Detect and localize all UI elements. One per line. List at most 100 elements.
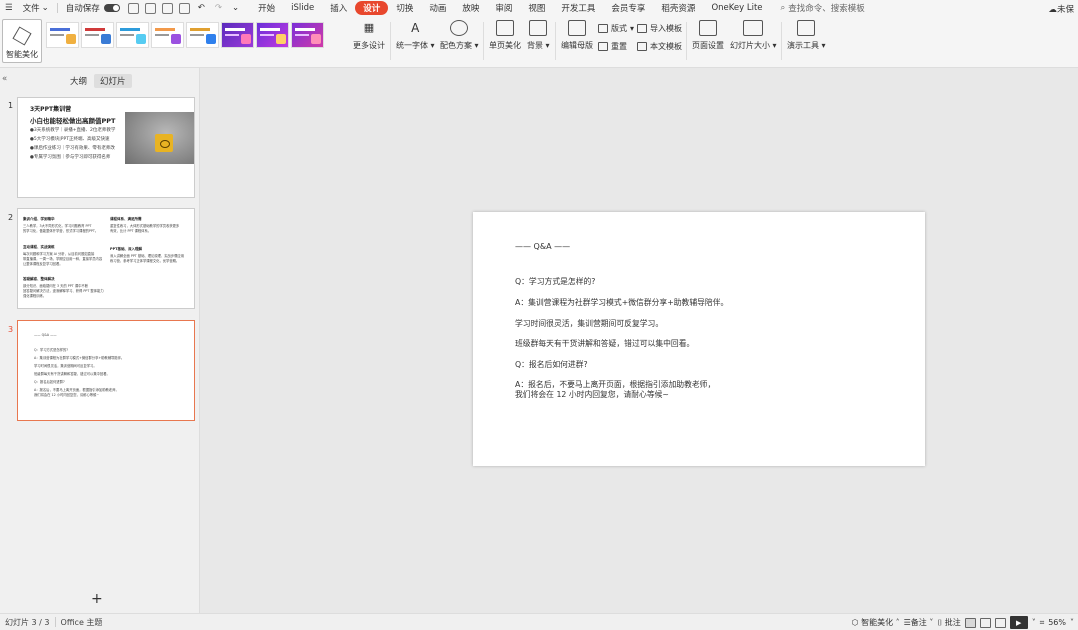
import-template-button[interactable]: 导入模板: [637, 23, 682, 34]
template-thumb[interactable]: [151, 22, 184, 48]
thumb-bullet: ●5大学习模块|PPT正终端、高级又快速: [30, 137, 110, 142]
design-template-gallery: [46, 22, 324, 48]
tab-11[interactable]: 稻壳资源: [653, 2, 703, 14]
search-box[interactable]: ⌕ 查找命令、搜索模板: [781, 2, 865, 14]
comments-button[interactable]: ⌷ 批注: [937, 617, 960, 628]
tab-3[interactable]: 设计: [355, 1, 389, 15]
edit-master-button[interactable]: 编辑母版: [561, 20, 593, 51]
menu-icon[interactable]: ☰: [0, 3, 18, 13]
thumb-text: 班级群每天有干货讲解和答疑，错过可以集中回看。: [34, 372, 110, 376]
divider: [483, 22, 484, 60]
tab-10[interactable]: 会员专享: [603, 2, 653, 14]
preview-icon[interactable]: [178, 2, 190, 14]
template-thumb[interactable]: [291, 22, 324, 48]
color-scheme-button[interactable]: 配色方案 ▾: [440, 20, 479, 51]
tab-slides[interactable]: 幻灯片: [94, 74, 132, 88]
thumb-text: 让整体课程反复学习回看。: [23, 262, 63, 266]
tab-6[interactable]: 放映: [454, 2, 487, 14]
smart-beautify-status-button[interactable]: ⬡ 智能美化 ˄: [852, 617, 900, 628]
template-thumb[interactable]: [116, 22, 149, 48]
redo-icon[interactable]: ↷: [210, 3, 227, 13]
comments-label: 批注: [944, 618, 961, 627]
undo-icon[interactable]: ↶: [193, 3, 210, 13]
color-scheme-label: 配色方案 ▾: [440, 41, 479, 50]
page-setup-button[interactable]: 页面设置: [692, 20, 724, 51]
tab-0[interactable]: 开始: [250, 2, 283, 14]
smart-beautify-button[interactable]: 智能美化: [2, 19, 42, 63]
autosave-label: 自动保存: [65, 4, 100, 14]
layout-button[interactable]: 版式 ▾: [598, 23, 634, 34]
tab-9[interactable]: 开发工具: [553, 2, 603, 14]
add-slide-button[interactable]: +: [91, 591, 103, 607]
template-thumb[interactable]: [221, 22, 254, 48]
tab-2[interactable]: 插入: [322, 2, 355, 14]
slide-text-line[interactable]: Q：学习方式是怎样的?: [515, 277, 595, 287]
reading-view-icon[interactable]: [994, 617, 1006, 628]
thumb-text: A：报名后，不要马上离开页面，根据指引添加助教老师，: [34, 388, 119, 392]
more-design-button[interactable]: ▦ 更多设计: [353, 20, 385, 51]
template-thumb[interactable]: [186, 22, 219, 48]
slide-size-button[interactable]: 幻灯片大小 ▾: [730, 20, 777, 51]
slide-text-line[interactable]: 班级群每天有干货讲解和答疑，错过可以集中回看。: [515, 339, 694, 349]
tab-1[interactable]: iSlide: [283, 3, 322, 13]
save-icon[interactable]: [127, 2, 139, 14]
sorter-view-icon[interactable]: [979, 617, 991, 628]
current-slide[interactable]: —— Q&A —— Q：学习方式是怎样的? A：集训营课程为社群学习模式+微信群…: [473, 212, 925, 466]
slide-text-line[interactable]: Q：报名后如何进群?: [515, 360, 588, 370]
theme-name[interactable]: Office 主题: [56, 617, 108, 628]
print-icon[interactable]: [161, 2, 173, 14]
chevron-down-icon[interactable]: ˅: [1070, 618, 1074, 627]
normal-view-icon[interactable]: [964, 617, 976, 628]
play-slideshow-icon[interactable]: ▶: [1009, 616, 1028, 629]
thumb-section-head: 课程体系、满足所需: [110, 217, 142, 221]
collapse-panel-icon[interactable]: «: [2, 74, 7, 84]
autosave-toggle[interactable]: 自动保存: [61, 2, 125, 14]
statusbar-controls: ⬡ 智能美化 ˄ ☰备注 ˅ ⌷ 批注 ▶ ˅ ⌗ 56% ˅: [852, 616, 1074, 629]
text-template-button[interactable]: 本文模板: [637, 41, 682, 52]
slide-text-line[interactable]: 学习时间很灵活，集训营期间可反复学习。: [515, 319, 663, 329]
smart-beautify-status-label: 智能美化: [861, 618, 894, 627]
chevron-down-icon: ⌄: [41, 3, 49, 13]
slide-text-line[interactable]: 我们将会在 12 小时内回复您，请耐心等候~: [515, 390, 669, 400]
fit-window-icon[interactable]: ⌗: [1040, 618, 1045, 628]
cloud-icon: ☁: [1048, 5, 1057, 15]
zoom-level[interactable]: 56%: [1048, 618, 1066, 627]
notes-button[interactable]: ☰备注 ˅: [904, 617, 934, 628]
thumb-text: 有效，比计 PPT 课程体系。: [110, 229, 152, 233]
divider: [686, 22, 687, 60]
tab-8[interactable]: 视图: [520, 2, 553, 14]
slide-thumbnail-1[interactable]: 3天PPT集训营 小白也能轻松做出高颜值PPT ●3天系统教学｜录播+直播、2位…: [17, 97, 195, 198]
reset-button[interactable]: 重置: [598, 41, 627, 52]
template-thumb[interactable]: [46, 22, 79, 48]
presentation-tools-icon: [797, 20, 816, 36]
tab-5[interactable]: 动画: [421, 2, 454, 14]
chevron-down-icon[interactable]: ⌄: [227, 3, 244, 13]
single-page-beautify-button[interactable]: 单页美化: [489, 20, 521, 51]
slide-thumbnail-3[interactable]: —— Q&A —— Q：学习方式是怎样的? A：集训营课程为社群学习模式+微信群…: [17, 320, 195, 421]
slide-thumbnail-2[interactable]: 集训介绍、学到精华 三人教学，3大不同形式化，学习问题教育 PPT 的学习化，做…: [17, 208, 195, 309]
export-icon[interactable]: [144, 2, 156, 14]
slide-counter: 幻灯片 3 / 3: [5, 617, 50, 627]
unify-font-button[interactable]: A 统一字体 ▾: [396, 20, 435, 51]
slide-title[interactable]: —— Q&A ——: [515, 242, 570, 251]
tab-outline[interactable]: 大纲: [64, 74, 93, 88]
background-button[interactable]: 背景 ▾: [527, 20, 550, 51]
ribbon: 智能美化 ▦ 更多设计 A 统一字体 ▾ 配色方案 ▾ 单页美化 背景 ▾ 编辑…: [0, 16, 1078, 68]
thumb-text: 三人教学，3大不同形式化，学习问题教育 PPT: [23, 224, 92, 228]
slide-number: 3: [8, 325, 14, 334]
chevron-down-icon[interactable]: ˅: [1032, 618, 1036, 627]
tab-12[interactable]: OneKey Lite: [703, 3, 770, 13]
slide-text-line[interactable]: A：报名后，不要马上离开页面，根据指引添加助教老师，: [515, 380, 715, 390]
slide-panel: « 大纲 幻灯片 1 3天PPT集训营 小白也能轻松做出高颜值PPT ●3天系统…: [0, 68, 200, 613]
slide-text-line[interactable]: A：集训营课程为社群学习模式+微信群分享+助教辅导陪伴。: [515, 298, 728, 308]
toggle-icon: [103, 4, 120, 12]
tab-7[interactable]: 审阅: [487, 2, 520, 14]
thumb-text: Q：学习方式是怎样的?: [34, 348, 69, 352]
template-thumb[interactable]: [256, 22, 289, 48]
thumb-text: 的学习化，做能整体开学营，形式学习课程的PPT。: [23, 229, 99, 233]
template-thumb[interactable]: [81, 22, 114, 48]
file-menu[interactable]: 文件 ⌄: [18, 2, 54, 14]
presentation-tools-button[interactable]: 演示工具 ▾: [787, 20, 826, 51]
tab-4[interactable]: 切换: [388, 2, 421, 14]
cloud-status[interactable]: ☁未保: [1048, 3, 1074, 15]
